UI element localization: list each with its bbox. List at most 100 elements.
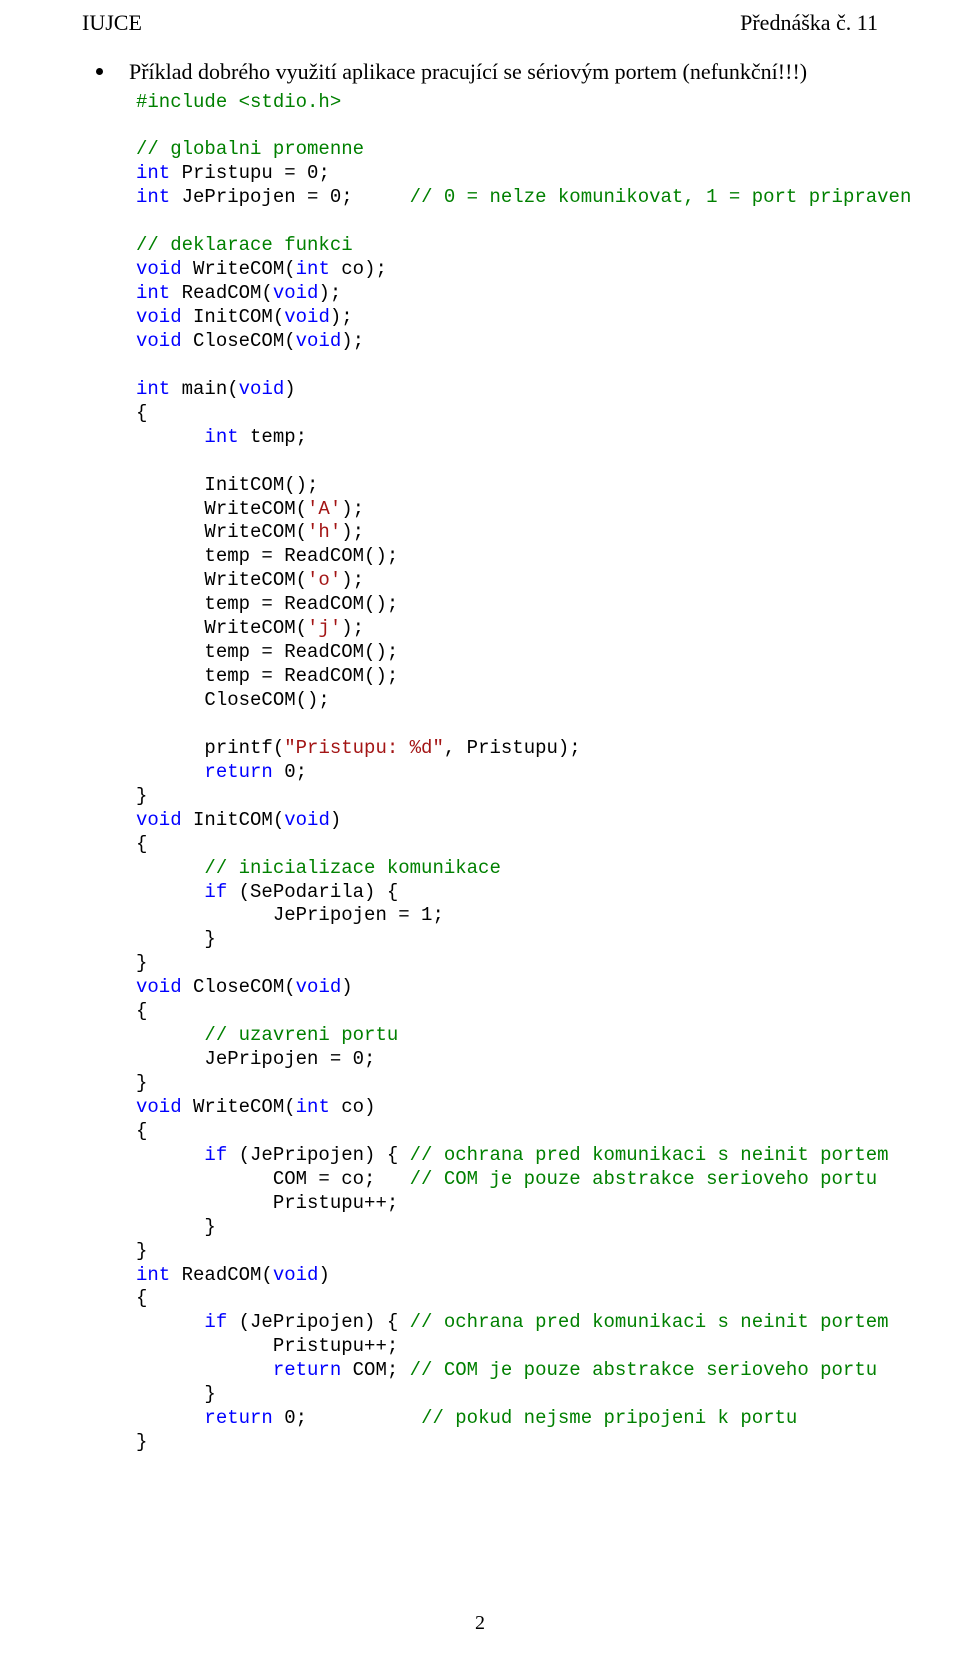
code-keyword: void (136, 976, 182, 998)
bullet-dot-icon (96, 68, 103, 75)
code-text: ReadCOM( (170, 1264, 273, 1286)
code-comment: // uzavreni portu (136, 1024, 398, 1046)
code-text: WriteCOM( (182, 258, 296, 280)
code-keyword: int (136, 186, 170, 208)
code-keyword: int (136, 426, 239, 448)
bullet-text: Příklad dobrého využití aplikace pracují… (129, 58, 807, 87)
code-keyword: int (136, 1264, 170, 1286)
code-line: #include <stdio.h> (136, 91, 341, 113)
code-keyword: void (273, 282, 319, 304)
code-text: Pristupu++; (136, 1335, 398, 1357)
code-text: JePripojen = 0; (170, 186, 409, 208)
code-keyword: int (136, 378, 170, 400)
code-text: COM; (341, 1359, 409, 1381)
code-keyword: int (136, 282, 170, 304)
code-text: temp = ReadCOM(); (136, 545, 398, 567)
code-text: co); (330, 258, 387, 280)
code-text: } (136, 1383, 216, 1405)
code-string: 'o' (307, 569, 341, 591)
code-text: { (136, 1120, 147, 1142)
code-comment: // pokud nejsme pripojeni k portu (421, 1407, 797, 1429)
page-number: 2 (0, 1612, 960, 1635)
code-keyword: return (136, 1407, 273, 1429)
code-block: #include <stdio.h> // globalni promenne … (136, 91, 880, 1455)
code-keyword: void (136, 306, 182, 328)
code-text: } (136, 1072, 147, 1094)
code-text: ) (341, 976, 352, 998)
code-text: , Pristupu); (444, 737, 581, 759)
code-text: ); (341, 521, 364, 543)
code-text: } (136, 1216, 216, 1238)
code-text: JePripojen = 0; (136, 1048, 375, 1070)
header-right: Přednáška č. 11 (740, 10, 878, 36)
code-text: { (136, 833, 147, 855)
code-text: ) (284, 378, 295, 400)
code-text: temp = ReadCOM(); (136, 665, 398, 687)
code-keyword: if (136, 1144, 227, 1166)
code-comment: // COM je pouze abstrakce serioveho port… (410, 1359, 877, 1381)
code-text: } (136, 1431, 147, 1453)
code-keyword: return (136, 761, 273, 783)
code-text: temp = ReadCOM(); (136, 593, 398, 615)
code-text: } (136, 952, 147, 974)
code-keyword: void (136, 809, 182, 831)
code-text: Pristupu++; (136, 1192, 398, 1214)
code-keyword: void (136, 330, 182, 352)
header-left: IUJCE (82, 10, 142, 36)
code-text: { (136, 1287, 147, 1309)
code-text: { (136, 1000, 147, 1022)
code-text: ); (341, 617, 364, 639)
code-text: CloseCOM( (182, 976, 296, 998)
code-keyword: if (136, 1311, 227, 1333)
code-text: (JePripojen) { (227, 1144, 409, 1166)
code-text: CloseCOM(); (136, 689, 330, 711)
code-text: ); (341, 330, 364, 352)
code-text: WriteCOM( (182, 1096, 296, 1118)
code-keyword: int (296, 258, 330, 280)
code-comment: // COM je pouze abstrakce serioveho port… (410, 1168, 877, 1190)
code-text: COM = co; (136, 1168, 410, 1190)
code-comment: // 0 = nelze komunikovat, 1 = port pripr… (410, 186, 912, 208)
code-text: } (136, 1240, 147, 1262)
code-text: ); (341, 569, 364, 591)
page-header: IUJCE Přednáška č. 11 (80, 10, 880, 36)
code-text: WriteCOM( (136, 498, 307, 520)
code-keyword: int (136, 162, 170, 184)
code-text: 0; (273, 1407, 421, 1429)
bullet-item: Příklad dobrého využití aplikace pracují… (90, 58, 880, 87)
code-keyword: void (284, 809, 330, 831)
code-text: temp = ReadCOM(); (136, 641, 398, 663)
code-text: InitCOM(); (136, 474, 318, 496)
code-text: ); (318, 282, 341, 304)
code-string: "Pristupu: %d" (284, 737, 444, 759)
code-keyword: void (136, 258, 182, 280)
code-text: (SePodarila) { (227, 881, 398, 903)
code-keyword: void (273, 1264, 319, 1286)
code-text: InitCOM( (182, 306, 285, 328)
code-keyword: if (136, 881, 227, 903)
code-text: ReadCOM( (170, 282, 273, 304)
code-text: InitCOM( (182, 809, 285, 831)
code-text: ) (330, 809, 341, 831)
code-comment: // ochrana pred komunikaci s neinit port… (410, 1144, 889, 1166)
code-keyword: void (284, 306, 330, 328)
code-keyword: void (296, 330, 342, 352)
code-comment: // ochrana pred komunikaci s neinit port… (410, 1311, 889, 1333)
code-string: 'h' (307, 521, 341, 543)
code-text: ); (330, 306, 353, 328)
code-text: WriteCOM( (136, 569, 307, 591)
code-keyword: void (296, 976, 342, 998)
code-text: Pristupu = 0; (170, 162, 330, 184)
code-text: } (136, 928, 216, 950)
code-string: 'A' (307, 498, 341, 520)
code-comment: // deklarace funkci (136, 234, 353, 256)
code-keyword: return (136, 1359, 341, 1381)
code-text: main( (170, 378, 238, 400)
code-text: 0; (273, 761, 307, 783)
code-comment: // inicializace komunikace (136, 857, 501, 879)
code-text: temp; (239, 426, 307, 448)
code-text: { (136, 402, 147, 424)
code-keyword: int (296, 1096, 330, 1118)
code-text: WriteCOM( (136, 617, 307, 639)
code-text: ) (318, 1264, 329, 1286)
